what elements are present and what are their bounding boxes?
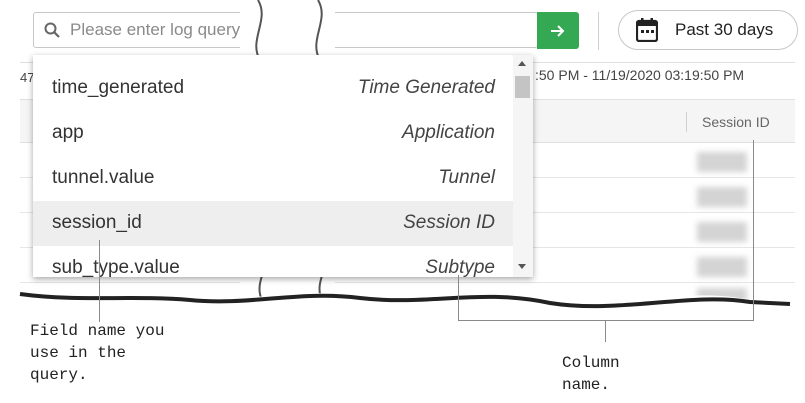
column-name: Application: [402, 122, 495, 143]
column-header-session-id[interactable]: Session ID: [702, 114, 770, 130]
search-placeholder: Please enter log query: [70, 20, 241, 39]
range-text: :50 PM - 11/19/2020 03:19:50 PM: [535, 67, 745, 83]
annotation-leader: [458, 320, 754, 321]
search-icon: [44, 22, 60, 38]
field-name: session_id: [52, 212, 142, 233]
scroll-down-icon[interactable]: [518, 264, 526, 269]
annotation-leader: [458, 275, 459, 321]
annotation-leader: [605, 320, 606, 342]
column-name: Time Generated: [357, 77, 495, 98]
redacted-cell: [697, 222, 747, 242]
field-name: time_generated: [52, 77, 185, 98]
run-query-button[interactable]: [537, 12, 579, 49]
scroll-up-icon[interactable]: [518, 61, 526, 66]
scroll-thumb[interactable]: [515, 76, 530, 98]
annotation-column-name: Column name.: [562, 354, 620, 394]
redacted-cell: [697, 187, 747, 207]
column-name: Tunnel: [438, 167, 495, 188]
toolbar-divider: [598, 12, 599, 50]
field-dropdown: time_generated Time Generated app Applic…: [33, 55, 533, 277]
dropdown-option[interactable]: time_generated Time Generated: [33, 66, 515, 111]
arrow-right-icon: [551, 25, 565, 37]
time-range-label: Past 30 days: [675, 20, 774, 39]
field-name: tunnel.value: [52, 167, 155, 188]
annotation-field-name: Field name you use in the query.: [30, 322, 165, 384]
column-name: Session ID: [403, 212, 495, 233]
calendar-icon: [636, 18, 658, 42]
annotation-leader: [99, 240, 100, 322]
dropdown-option[interactable]: tunnel.value Tunnel: [33, 156, 515, 201]
dropdown-option-selected[interactable]: session_id Session ID: [33, 201, 515, 246]
field-name: app: [52, 122, 84, 143]
annotation-leader: [753, 140, 754, 321]
redacted-cell: [697, 152, 747, 172]
dropdown-option[interactable]: app Application: [33, 111, 515, 156]
column-divider: [686, 112, 687, 132]
